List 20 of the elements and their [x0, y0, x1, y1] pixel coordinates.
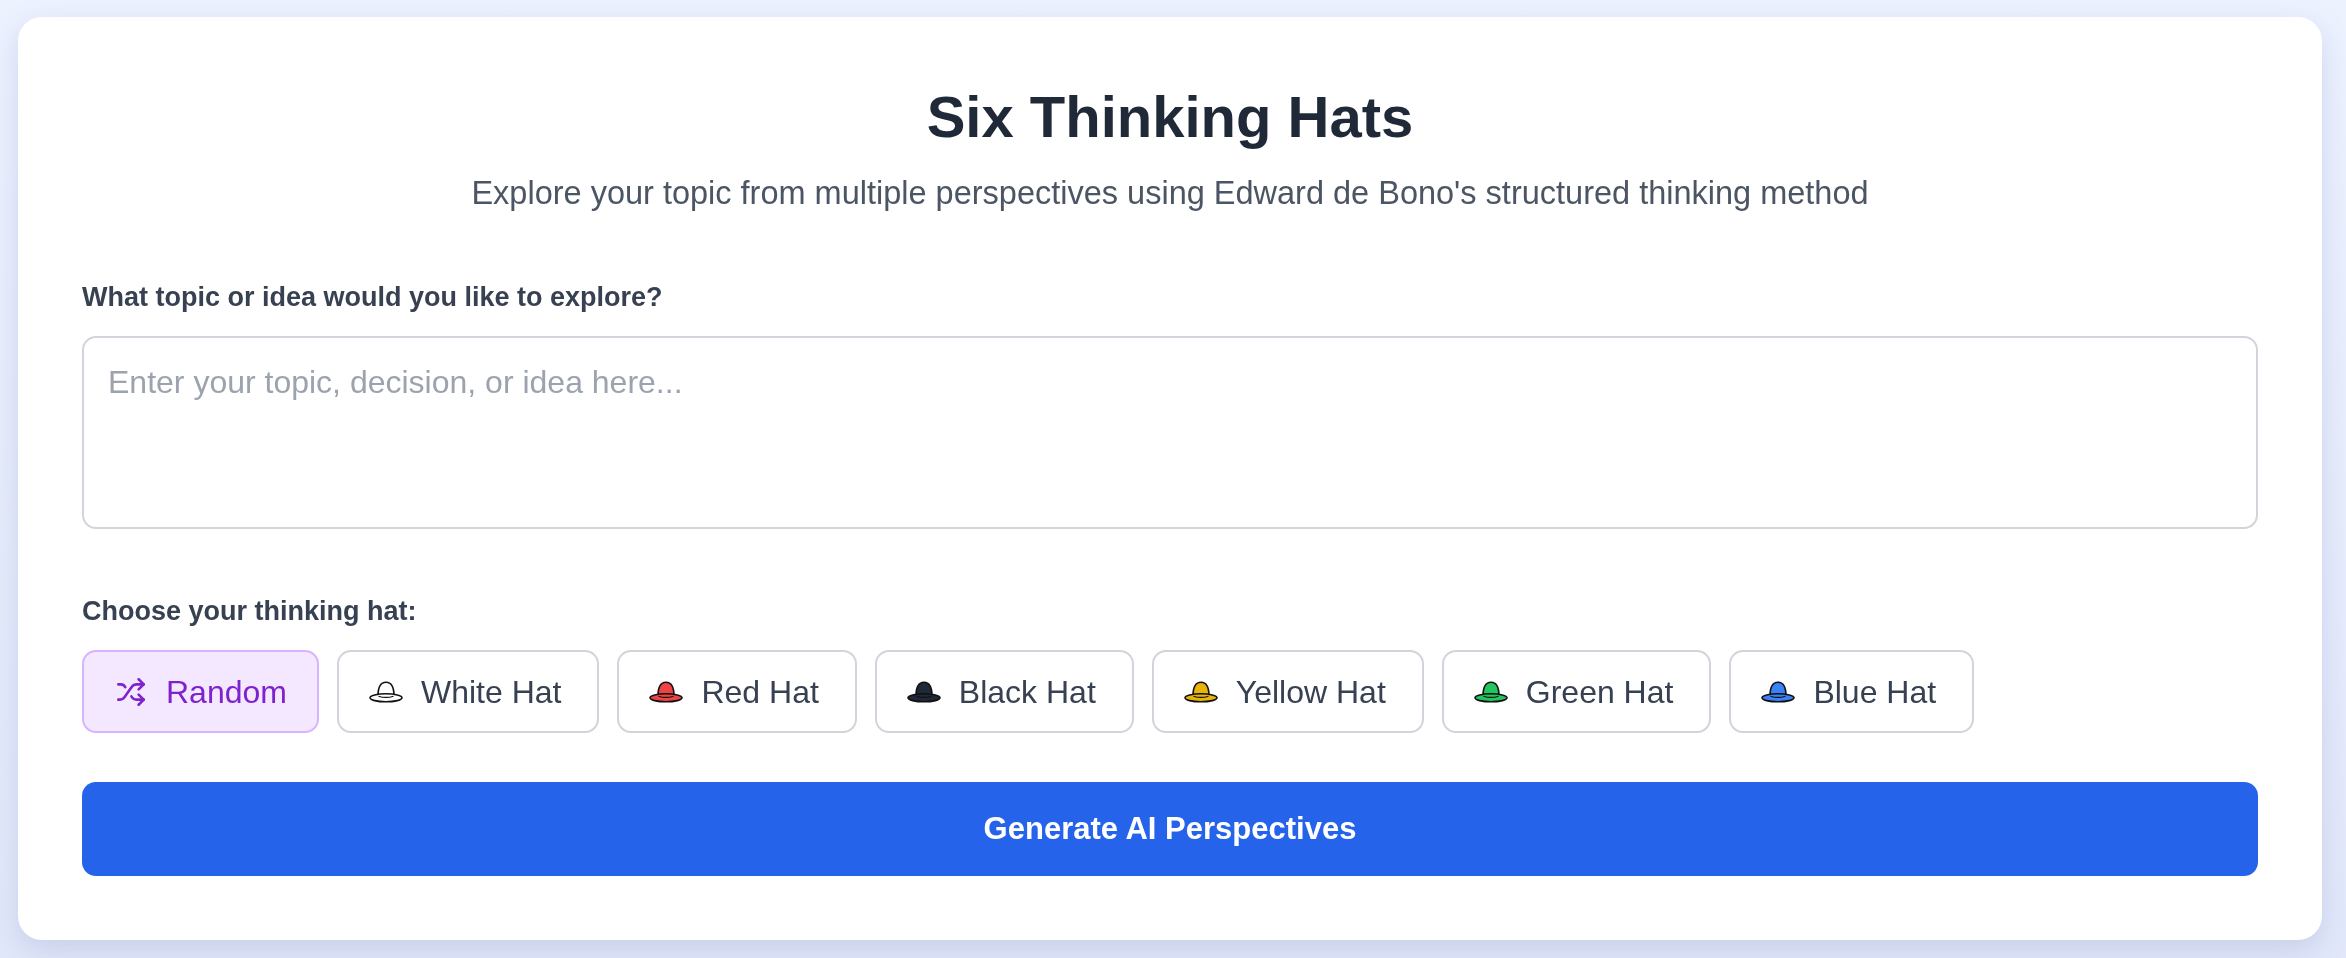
- hat-picker-label: Choose your thinking hat:: [82, 595, 417, 628]
- hat-icon: [1473, 680, 1508, 703]
- hat-button[interactable]: White Hat: [336, 650, 600, 733]
- topic-input[interactable]: Enter your topic, decision, or idea here...: [82, 336, 2258, 529]
- hat-button[interactable]: Blue Hat: [1729, 650, 1975, 733]
- hat-icon: [649, 680, 684, 703]
- hat-button[interactable]: Yellow Hat: [1151, 650, 1424, 733]
- generate-button[interactable]: Generate AI Perspectives: [82, 782, 2258, 876]
- hat-icon: [906, 680, 941, 703]
- hat-icon: [368, 680, 403, 703]
- hat-icon: [1183, 680, 1218, 703]
- hat-button[interactable]: Black Hat: [874, 650, 1134, 733]
- topic-label: What topic or idea would you like to explore?: [82, 281, 663, 314]
- page-title: Six Thinking Hats: [926, 83, 1414, 151]
- page-subtitle: Explore your topic from multiple perspectives using Edward de Bono's structured thinking method: [471, 174, 1869, 213]
- random-button[interactable]: Random: [82, 650, 319, 733]
- hat-icon: [1761, 680, 1796, 703]
- shuffle-icon: [117, 677, 145, 706]
- hat-button[interactable]: Green Hat: [1441, 650, 1712, 733]
- hat-button[interactable]: Red Hat: [617, 650, 857, 733]
